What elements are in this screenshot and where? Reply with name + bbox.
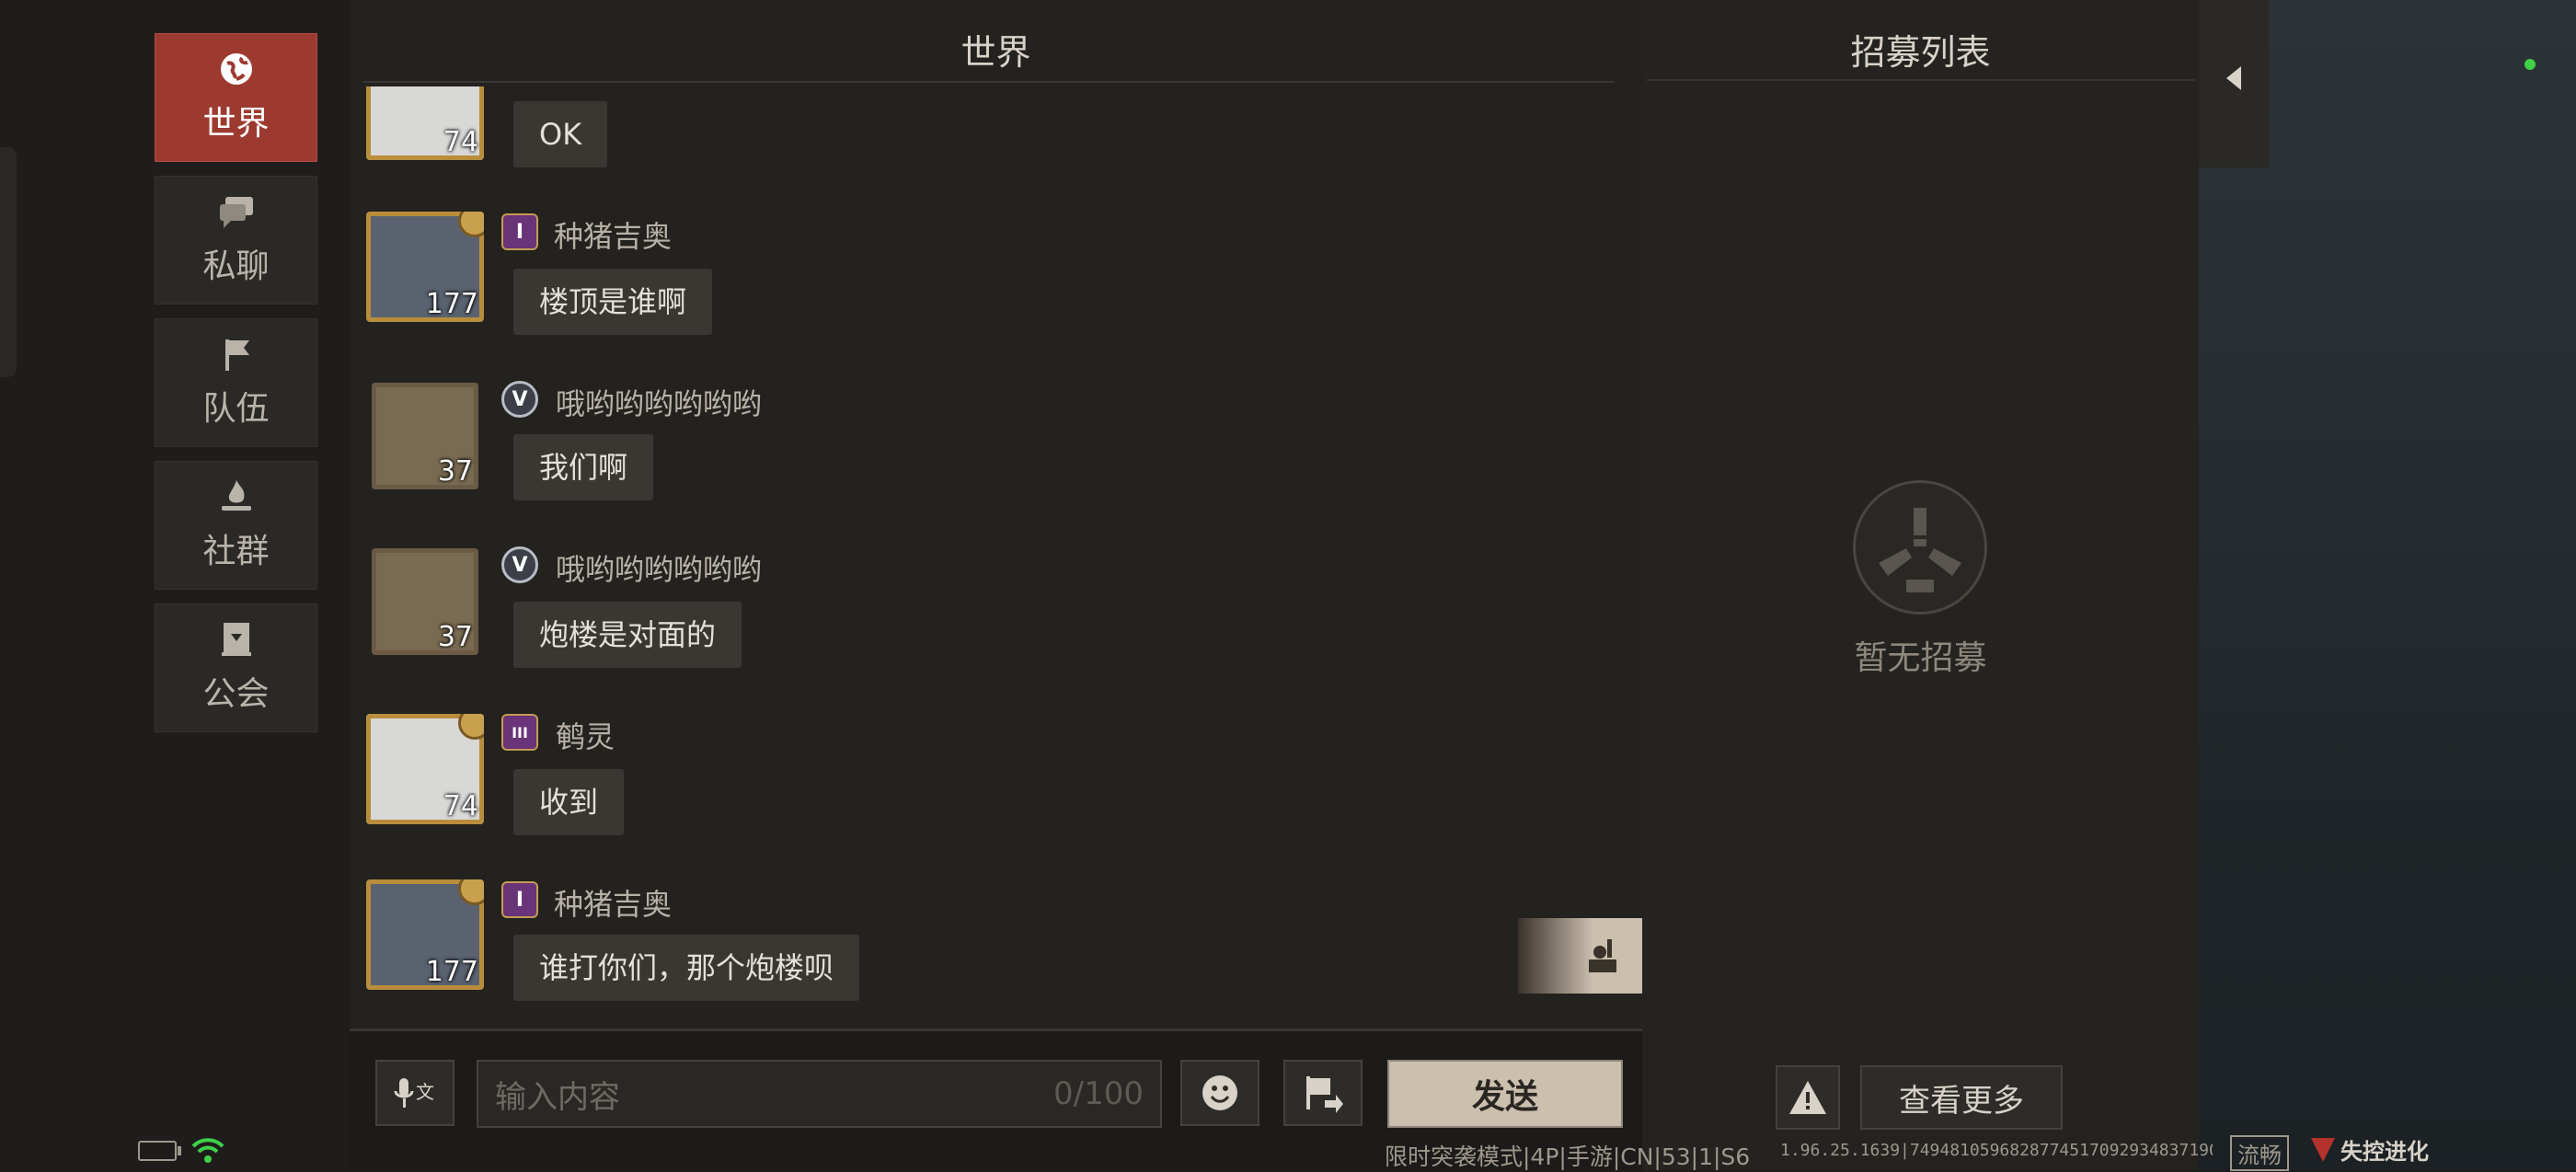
tab-team-label: 队伍 bbox=[202, 390, 270, 428]
tab-community[interactable]: 社群 bbox=[155, 461, 317, 590]
char-counter: 0/100 bbox=[1053, 1075, 1144, 1112]
raise-hand-icon bbox=[1589, 939, 1616, 972]
view-more-button[interactable]: 查看更多 bbox=[1860, 1065, 2063, 1130]
tab-private-chat-label: 私聊 bbox=[202, 247, 270, 285]
message-bubble[interactable]: 楼顶是谁啊 bbox=[513, 269, 713, 335]
message-bubble[interactable]: 收到 bbox=[513, 769, 625, 835]
rank-badge: I bbox=[501, 213, 538, 250]
globe-icon bbox=[215, 51, 258, 87]
share-position-button[interactable] bbox=[1283, 1060, 1363, 1126]
tab-guild-label: 公会 bbox=[202, 675, 270, 713]
avatar[interactable]: 37 bbox=[372, 548, 478, 655]
message-bubble[interactable]: 我们啊 bbox=[513, 434, 654, 500]
message-bubble[interactable]: 谁打你们，那个炮楼呗 bbox=[513, 935, 860, 1001]
wifi-icon bbox=[191, 1138, 224, 1163]
notification-dot bbox=[2524, 59, 2536, 70]
chevron-left-icon bbox=[2226, 66, 2241, 90]
mic-translate-icon: 文 bbox=[394, 1078, 434, 1108]
logo-mark-icon bbox=[2311, 1137, 2335, 1162]
campfire-icon bbox=[215, 478, 258, 515]
side-handle[interactable] bbox=[0, 147, 17, 377]
report-button[interactable] bbox=[1776, 1065, 1840, 1130]
tab-world[interactable]: 世界 bbox=[155, 33, 317, 162]
guild-banner-icon bbox=[215, 621, 258, 658]
svg-text:文: 文 bbox=[416, 1081, 434, 1103]
vip-badge: V bbox=[501, 546, 538, 583]
avatar-level: 74 bbox=[443, 126, 478, 158]
rank-badge: I bbox=[501, 881, 538, 918]
avatar-level: 74 bbox=[443, 790, 478, 822]
chat-input[interactable]: 输入内容 0/100 bbox=[477, 1060, 1162, 1128]
sender-name[interactable]: 种猪吉奥 bbox=[554, 881, 672, 924]
avatar[interactable]: 177 bbox=[366, 879, 484, 990]
send-button[interactable]: 发送 bbox=[1387, 1060, 1623, 1128]
voice-to-text-button[interactable]: 文 bbox=[375, 1060, 454, 1126]
tab-private-chat[interactable]: 私聊 bbox=[155, 176, 317, 304]
sender-name[interactable]: 鹌灵 bbox=[556, 714, 615, 756]
raise-hand-button[interactable] bbox=[1518, 918, 1642, 994]
chat-title: 世界 bbox=[960, 32, 1031, 73]
vip-badge: V bbox=[501, 381, 538, 418]
battery-tip bbox=[178, 1146, 181, 1155]
avatar-level: 37 bbox=[437, 621, 473, 653]
chat-title-divider bbox=[363, 81, 1615, 83]
version-info: 1.96.25.1639|749481059682877451709293483… bbox=[1780, 1141, 2213, 1160]
message-bubble[interactable]: OK bbox=[513, 101, 608, 167]
sender-name[interactable]: 哦哟哟哟哟哟哟 bbox=[556, 381, 762, 423]
avatar-level: 177 bbox=[425, 956, 478, 988]
smiley-icon bbox=[1202, 1075, 1237, 1110]
recruit-title: 招募列表 bbox=[1850, 32, 1991, 73]
empty-recruit-icon bbox=[1853, 480, 1987, 615]
avatar[interactable]: 74 bbox=[366, 714, 484, 824]
flag-share-icon bbox=[1306, 1076, 1343, 1113]
sender-name[interactable]: 种猪吉奥 bbox=[554, 213, 672, 256]
tab-guild[interactable]: 公会 bbox=[155, 603, 317, 732]
emoji-button[interactable] bbox=[1180, 1060, 1259, 1126]
avatar-level: 37 bbox=[437, 455, 473, 488]
chat-input-placeholder: 输入内容 bbox=[495, 1078, 620, 1116]
tab-community-label: 社群 bbox=[202, 533, 270, 570]
rank-badge: III bbox=[501, 714, 538, 751]
recruit-title-divider bbox=[1647, 79, 2194, 81]
game-background bbox=[2199, 0, 2576, 1170]
message-bubble[interactable]: 炮楼是对面的 bbox=[513, 602, 742, 668]
flag-icon bbox=[215, 336, 258, 373]
logo-text: 失控进化 bbox=[2340, 1139, 2429, 1165]
warning-icon bbox=[1789, 1081, 1826, 1114]
tab-team[interactable]: 队伍 bbox=[155, 318, 317, 447]
avatar[interactable]: 37 bbox=[372, 383, 478, 489]
battery-icon bbox=[138, 1141, 177, 1161]
network-status: 流畅 bbox=[2230, 1135, 2289, 1171]
empty-recruit-text: 暂无招募 bbox=[1854, 639, 1987, 677]
game-logo: 失控进化 bbox=[2309, 1133, 2429, 1166]
avatar[interactable]: 177 bbox=[366, 212, 484, 322]
avatar-level: 177 bbox=[425, 288, 478, 320]
sender-name[interactable]: 哦哟哟哟哟哟哟 bbox=[556, 546, 762, 589]
chat-bubbles-icon bbox=[215, 193, 258, 230]
collapse-panel-button[interactable] bbox=[2199, 0, 2269, 167]
game-mode-info: 限时突袭模式|4P|手游|CN|53|1|S6 bbox=[1385, 1143, 1751, 1170]
tab-world-label: 世界 bbox=[202, 105, 270, 143]
